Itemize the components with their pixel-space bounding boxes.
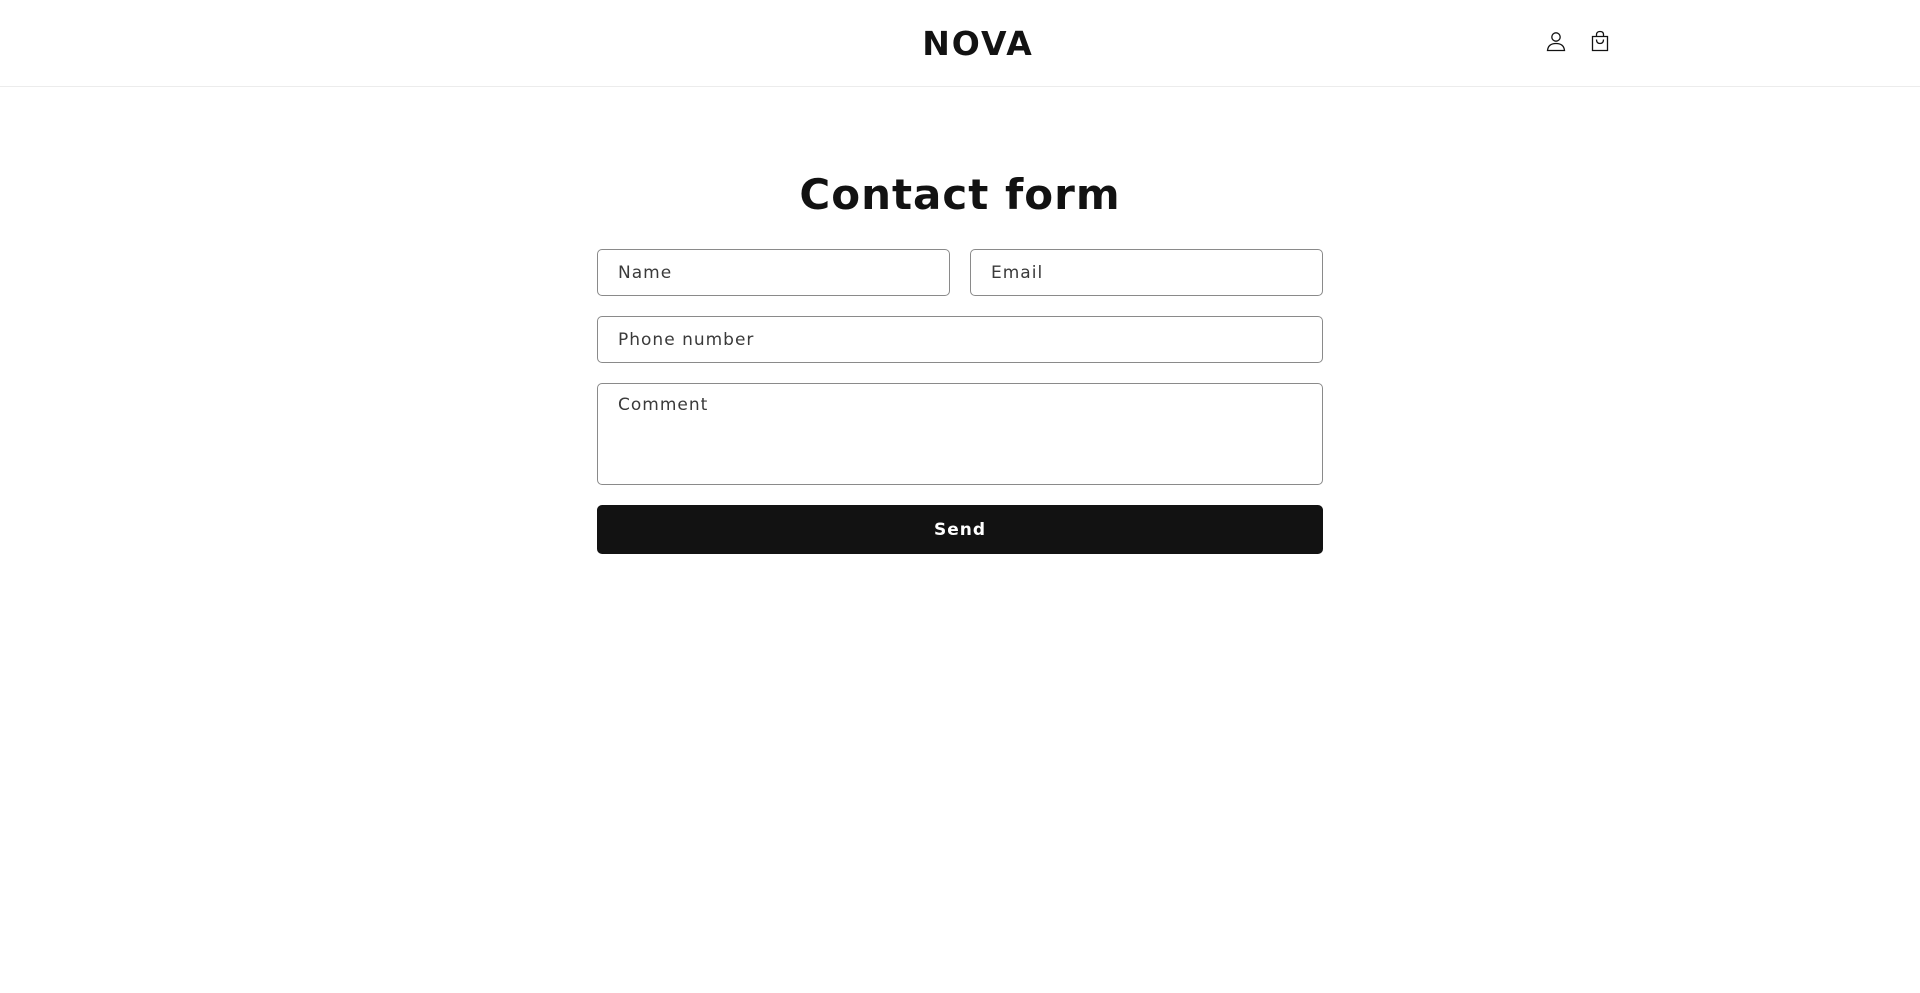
comment-row <box>597 383 1323 485</box>
name-email-row <box>597 249 1323 296</box>
name-field[interactable] <box>598 250 949 295</box>
phone-field-wrapper <box>597 316 1323 363</box>
phone-field[interactable] <box>598 317 1322 362</box>
phone-row <box>597 316 1323 363</box>
account-button[interactable] <box>1539 26 1573 60</box>
store-logo[interactable]: NOVA <box>922 24 1034 63</box>
name-field-wrapper <box>597 249 950 296</box>
comment-field-wrapper <box>597 383 1323 485</box>
comment-field[interactable] <box>598 384 1322 484</box>
email-field-wrapper <box>970 249 1323 296</box>
cart-icon <box>1588 29 1612 57</box>
email-field[interactable] <box>971 250 1322 295</box>
cart-button[interactable] <box>1583 26 1617 60</box>
contact-form: Send <box>597 249 1323 554</box>
site-header: NOVA <box>0 0 1920 87</box>
page-title: Contact form <box>799 170 1121 219</box>
contact-section: Contact form Send <box>597 87 1323 554</box>
account-icon <box>1544 29 1568 57</box>
send-button[interactable]: Send <box>597 505 1323 554</box>
